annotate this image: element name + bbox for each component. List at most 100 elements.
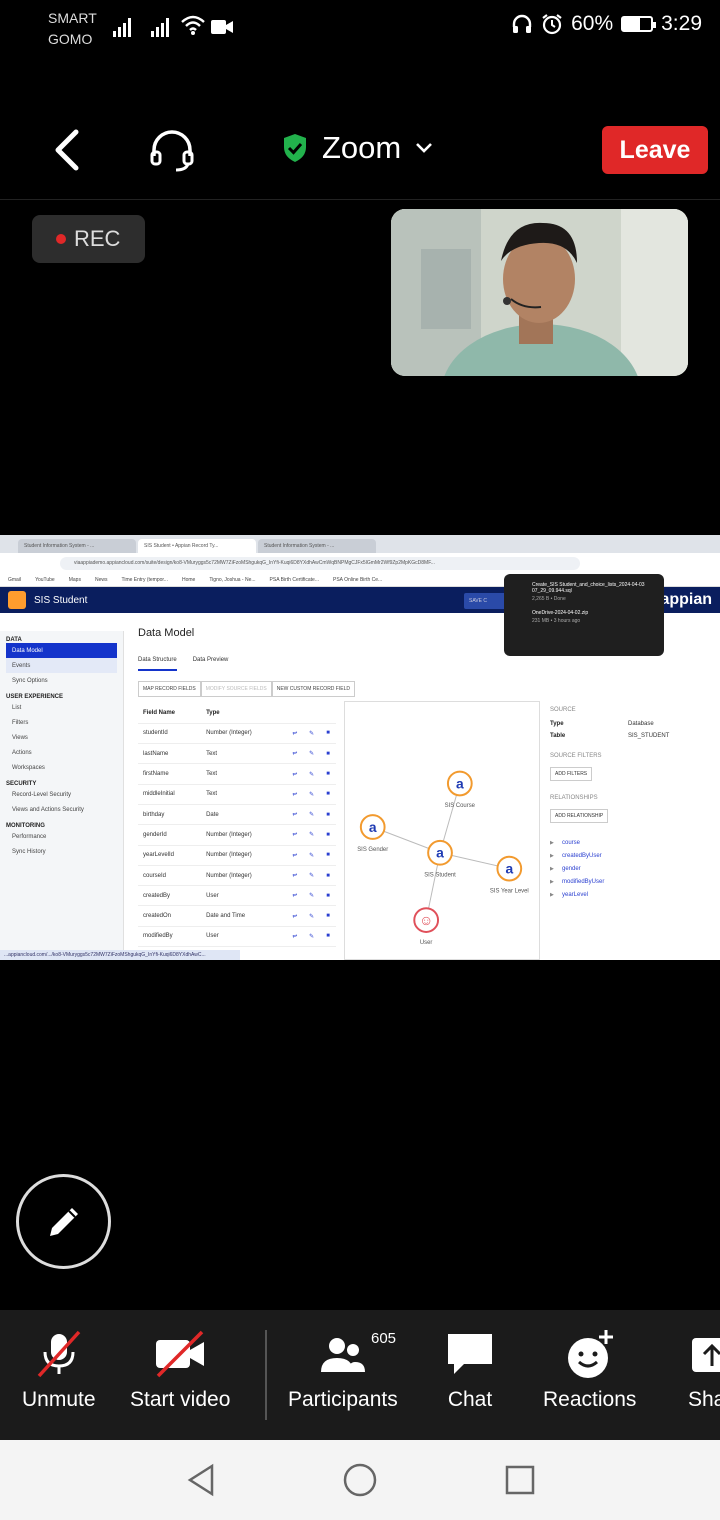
leave-button[interactable]: Leave	[602, 126, 708, 174]
nav-item-performance[interactable]: Performance	[0, 829, 123, 844]
share-button[interactable]: Sha	[688, 1328, 720, 1412]
reactions-button[interactable]: Reactions	[543, 1328, 636, 1412]
nav-item-data-model[interactable]: Data Model	[6, 643, 117, 658]
relationship-diagram[interactable]: a SIS Course a SIS Gender a SIS Student a SIS Y…	[344, 701, 540, 960]
relationship-item[interactable]: gender	[550, 866, 715, 872]
map-icon[interactable]: ⥂	[287, 804, 305, 826]
nav-item-filters[interactable]: Filters	[0, 715, 123, 730]
browser-tab[interactable]: Student Information System - ...	[258, 539, 376, 553]
bookmark[interactable]: PSA Online Birth Ce...	[333, 577, 382, 583]
meeting-info-dropdown[interactable]: Zoom	[282, 130, 433, 166]
modify-source-fields-button[interactable]: MODIFY SOURCE FIELDS	[200, 681, 272, 697]
diagram-node[interactable]: a SIS Gender	[357, 814, 388, 853]
bookmark[interactable]: PSA Birth Certificate...	[270, 577, 319, 583]
nav-item-views-actions-security[interactable]: Views and Actions Security	[0, 802, 123, 817]
edit-pencil-icon[interactable]: ✎	[304, 784, 322, 805]
table-row[interactable]: yearLevelId Number (Integer) ⥂ ✎ ■	[138, 845, 336, 866]
nav-item-views[interactable]: Views	[0, 730, 123, 745]
bookmark[interactable]: Gmail	[8, 577, 21, 583]
edit-pencil-icon[interactable]: ✎	[304, 845, 322, 866]
download-file-name[interactable]: OneDrive-2024-04-02.zip	[532, 610, 654, 616]
delete-icon[interactable]: ■	[321, 723, 336, 745]
edit-pencil-icon[interactable]: ✎	[304, 723, 322, 745]
nav-item-events[interactable]: Events	[6, 658, 117, 673]
delete-icon[interactable]: ■	[321, 804, 336, 826]
annotate-button[interactable]	[16, 1174, 111, 1269]
tab-data-preview[interactable]: Data Preview	[193, 657, 229, 671]
table-row[interactable]: middleInitial Text ⥂ ✎ ■	[138, 784, 336, 805]
map-icon[interactable]: ⥂	[287, 845, 305, 866]
new-custom-record-field-button[interactable]: NEW CUSTOM RECORD FIELD	[271, 681, 355, 697]
edit-pencil-icon[interactable]: ✎	[304, 824, 322, 846]
relationship-item[interactable]: modifiedByUser	[550, 879, 715, 885]
map-icon[interactable]: ⥂	[287, 865, 305, 887]
delete-icon[interactable]: ■	[321, 743, 336, 765]
delete-icon[interactable]: ■	[321, 784, 336, 805]
back-nav-icon[interactable]	[184, 1462, 218, 1498]
url-field[interactable]: viaappiademo.appiancloud.com/suite/desig…	[60, 556, 580, 570]
bookmark[interactable]: Home	[182, 577, 195, 583]
nav-item-sync-history[interactable]: Sync History	[0, 844, 123, 859]
start-video-button[interactable]: Start video	[130, 1328, 230, 1412]
nav-item-record-level-security[interactable]: Record-Level Security	[0, 787, 123, 802]
edit-pencil-icon[interactable]: ✎	[304, 865, 322, 887]
relationship-item[interactable]: yearLevel	[550, 892, 715, 898]
audio-headset-icon[interactable]	[148, 128, 196, 172]
diagram-node[interactable]: a SIS Student	[424, 839, 456, 879]
nav-item-sync-options[interactable]: Sync Options	[0, 673, 123, 688]
table-row[interactable]: genderId Number (Integer) ⥂ ✎ ■	[138, 824, 336, 846]
unmute-button[interactable]: Unmute	[22, 1328, 96, 1412]
browser-tab[interactable]: Student Information System - ...	[18, 539, 136, 553]
map-icon[interactable]: ⥂	[287, 905, 305, 927]
diagram-node[interactable]: ☺ User	[413, 907, 440, 946]
add-relationship-button[interactable]: ADD RELATIONSHIP	[550, 809, 609, 823]
edit-pencil-icon[interactable]: ✎	[304, 926, 322, 948]
delete-icon[interactable]: ■	[321, 885, 336, 907]
table-row[interactable]: lastName Text ⥂ ✎ ■	[138, 743, 336, 765]
diagram-node[interactable]: a SIS Course	[445, 770, 476, 810]
table-row[interactable]: firstName Text ⥂ ✎ ■	[138, 763, 336, 785]
table-row[interactable]: createdBy User ⥂ ✎ ■	[138, 885, 336, 907]
bookmark[interactable]: News	[95, 577, 108, 583]
downloads-popup[interactable]: Create_SIS Student_and_choice_lists_2024…	[504, 574, 664, 656]
browser-tab-active[interactable]: SIS Student • Appian Record Ty...	[138, 539, 256, 553]
tab-data-structure[interactable]: Data Structure	[138, 657, 177, 671]
add-filters-button[interactable]: ADD FILTERS	[550, 767, 593, 781]
download-file-name[interactable]: Create_SIS Student_and_choice_lists_2024…	[532, 582, 654, 594]
nav-item-list[interactable]: List	[0, 700, 123, 715]
edit-pencil-icon[interactable]: ✎	[304, 885, 322, 907]
delete-icon[interactable]: ■	[321, 824, 336, 846]
delete-icon[interactable]: ■	[321, 763, 336, 785]
chat-button[interactable]: Chat	[444, 1328, 496, 1412]
bookmark[interactable]: Tigno, Joshua - Ne...	[209, 577, 255, 583]
table-row[interactable]: createdOn Date and Time ⥂ ✎ ■	[138, 905, 336, 927]
shared-screen[interactable]: Student Information System - ... SIS Stu…	[0, 535, 720, 960]
home-nav-icon[interactable]	[342, 1462, 378, 1498]
map-icon[interactable]: ⥂	[287, 763, 305, 785]
map-icon[interactable]: ⥂	[287, 824, 305, 846]
participant-video-tile[interactable]	[391, 209, 688, 376]
nav-item-workspaces[interactable]: Workspaces	[0, 760, 123, 775]
edit-pencil-icon[interactable]: ✎	[304, 763, 322, 785]
table-row[interactable]: modifiedBy User ⥂ ✎ ■	[138, 926, 336, 948]
map-record-fields-button[interactable]: MAP RECORD FIELDS	[138, 681, 201, 697]
recents-nav-icon[interactable]	[504, 1464, 536, 1496]
bookmark[interactable]: Time Entry (tempor...	[121, 577, 168, 583]
delete-icon[interactable]: ■	[321, 905, 336, 927]
back-arrow-icon[interactable]	[48, 128, 88, 172]
map-icon[interactable]: ⥂	[287, 723, 305, 745]
map-icon[interactable]: ⥂	[287, 784, 305, 805]
edit-pencil-icon[interactable]: ✎	[304, 743, 322, 765]
table-row[interactable]: studentId Number (Integer) ⥂ ✎ ■	[138, 723, 336, 745]
relationship-item[interactable]: course	[550, 840, 715, 846]
nav-item-actions[interactable]: Actions	[0, 745, 123, 760]
map-icon[interactable]: ⥂	[287, 743, 305, 765]
edit-pencil-icon[interactable]: ✎	[304, 905, 322, 927]
map-icon[interactable]: ⥂	[287, 885, 305, 907]
bookmark[interactable]: Maps	[69, 577, 81, 583]
relationship-item[interactable]: createdByUser	[550, 853, 715, 859]
edit-pencil-icon[interactable]: ✎	[304, 804, 322, 826]
table-row[interactable]: birthday Date ⥂ ✎ ■	[138, 804, 336, 826]
map-icon[interactable]: ⥂	[287, 926, 305, 948]
delete-icon[interactable]: ■	[321, 845, 336, 866]
